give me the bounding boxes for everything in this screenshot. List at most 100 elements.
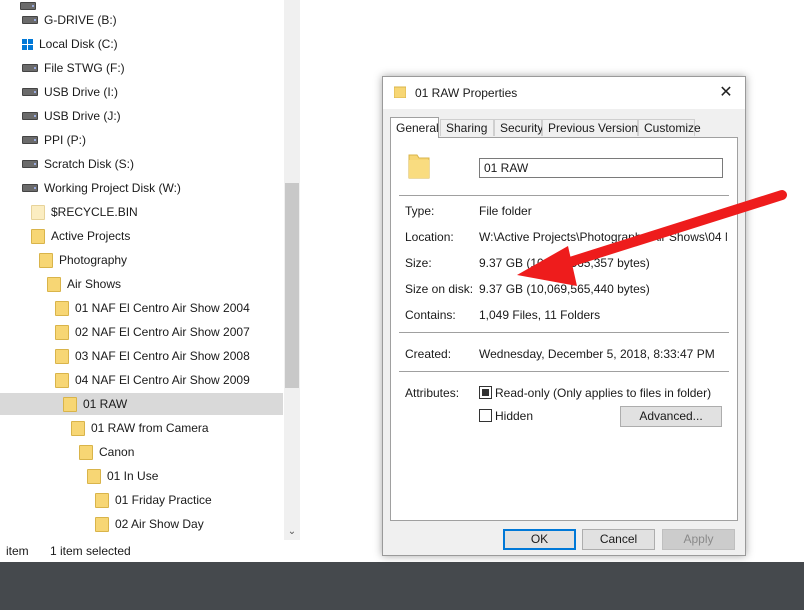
dialog-title: 01 RAW Properties <box>415 86 518 100</box>
hidden-checkbox[interactable] <box>479 409 492 422</box>
tree-item-naf-2008[interactable]: 03 NAF El Centro Air Show 2008 <box>55 345 250 367</box>
folder-icon <box>394 86 406 98</box>
location-value: W:\Active Projects\Photography\Air Shows… <box>479 230 727 244</box>
folder-icon <box>63 396 77 412</box>
tree-item-naf-2009[interactable]: 04 NAF El Centro Air Show 2009 <box>55 369 250 391</box>
tree-item-g-drive[interactable]: G-DRIVE (B:) <box>22 9 117 31</box>
tree-item-label: 04 NAF El Centro Air Show 2009 <box>75 373 250 387</box>
tree-item-ppi[interactable]: PPI (P:) <box>22 129 86 151</box>
tree-item-in-use[interactable]: 01 In Use <box>87 465 158 487</box>
scroll-down-icon[interactable]: ⌄ <box>284 524 300 540</box>
windows-drive-icon <box>22 38 33 50</box>
folder-icon <box>31 228 45 244</box>
tree-item-label: Scratch Disk (S:) <box>44 157 135 171</box>
tab-previous-versions[interactable]: Previous Versions <box>542 119 644 136</box>
tree-item-naf-2004[interactable]: 01 NAF El Centro Air Show 2004 <box>55 297 250 319</box>
size-on-disk-value: 9.37 GB (10,069,565,440 bytes) <box>479 282 650 296</box>
folder-icon <box>95 516 109 532</box>
tree-item-label: 01 In Use <box>107 469 159 483</box>
type-label: Type: <box>405 204 435 218</box>
tree-item-label: PPI (P:) <box>44 133 87 147</box>
cancel-button[interactable]: Cancel <box>582 529 655 550</box>
tree-item-scratch-disk[interactable]: Scratch Disk (S:) <box>22 153 134 175</box>
ok-button[interactable]: OK <box>503 529 576 550</box>
tree-item-working-project-disk[interactable]: Working Project Disk (W:) <box>22 177 181 199</box>
attributes-label: Attributes: <box>405 386 460 400</box>
folder-icon <box>47 276 61 292</box>
drive-icon <box>22 184 38 192</box>
tree-item-01-raw[interactable]: 01 RAW <box>0 393 283 415</box>
tree-item-label: 02 Air Show Day <box>115 517 204 531</box>
drive-icon <box>22 16 38 24</box>
size-label: Size: <box>405 256 432 270</box>
tree-item-label: 03 NAF El Centro Air Show 2008 <box>75 349 250 363</box>
tree-item-usb-drive-i[interactable]: USB Drive (I:) <box>22 81 118 103</box>
tree-item-friday-practice[interactable]: 01 Friday Practice <box>95 489 212 511</box>
hidden-label: Hidden <box>495 409 534 423</box>
folder-icon <box>39 252 53 268</box>
folder-icon <box>55 348 69 364</box>
status-selection: 1 item selected <box>50 544 131 558</box>
drive-icon <box>22 160 38 168</box>
apply-button[interactable]: Apply <box>662 529 735 550</box>
folder-icon <box>55 300 69 316</box>
tree-item-air-show-day[interactable]: 02 Air Show Day <box>95 513 204 535</box>
close-icon[interactable]: ✕ <box>713 80 739 106</box>
properties-dialog: 01 RAW Properties ✕ General Sharing Secu… <box>382 76 746 556</box>
created-value: Wednesday, December 5, 2018, 8:33:47 PM <box>479 347 715 361</box>
status-item-count: item <box>6 544 29 558</box>
status-bar: item 1 item selected <box>0 542 380 562</box>
drive-icon <box>22 112 38 120</box>
drive-icon <box>22 64 38 72</box>
divider <box>399 332 729 333</box>
tab-customize[interactable]: Customize <box>638 119 701 136</box>
tree-item-label: USB Drive (J:) <box>44 109 121 123</box>
drive-icon <box>22 136 38 144</box>
tree-item-file-stwg[interactable]: File STWG (F:) <box>22 57 125 79</box>
folder-icon <box>87 468 101 484</box>
tree-item-label: 01 Friday Practice <box>115 493 212 507</box>
contains-label: Contains: <box>405 308 456 322</box>
type-value: File folder <box>479 204 532 218</box>
divider <box>399 195 729 196</box>
tree-item-label: G-DRIVE (B:) <box>44 13 117 27</box>
location-label: Location: <box>405 230 454 244</box>
folder-icon <box>55 324 69 340</box>
tree-item-recycle-bin[interactable]: $RECYCLE.BIN <box>31 201 138 223</box>
tree-item-naf-2007[interactable]: 02 NAF El Centro Air Show 2007 <box>55 321 250 343</box>
advanced-button[interactable]: Advanced... <box>620 406 722 427</box>
size-value: 9.37 GB (10,069,565,357 bytes) <box>479 256 650 270</box>
tree-item-raw-from-camera[interactable]: 01 RAW from Camera <box>71 417 209 439</box>
created-label: Created: <box>405 347 452 361</box>
tree-item-label: Working Project Disk (W:) <box>44 181 181 195</box>
tree-item-label: Active Projects <box>51 229 131 243</box>
tree-item-active-projects[interactable]: Active Projects <box>31 225 130 247</box>
tab-general[interactable]: General <box>390 117 439 138</box>
folder-icon <box>408 154 430 179</box>
tree-item-label: USB Drive (I:) <box>44 85 119 99</box>
taskbar <box>0 562 804 610</box>
folder-icon <box>79 444 93 460</box>
tab-security[interactable]: Security <box>494 119 543 136</box>
tree-item-usb-drive-j[interactable]: USB Drive (J:) <box>22 105 121 127</box>
folder-icon <box>95 492 109 508</box>
general-tab-panel: 01 RAW Type: File folder Location: W:\Ac… <box>390 137 738 521</box>
readonly-label: Read-only (Only applies to files in fold… <box>495 386 712 400</box>
tree-item-label: $RECYCLE.BIN <box>51 205 138 219</box>
tree-item-label: 02 NAF El Centro Air Show 2007 <box>75 325 250 339</box>
folder-name-input[interactable]: 01 RAW <box>479 158 723 178</box>
tree-item-canon[interactable]: Canon <box>79 441 134 463</box>
tree-item-label: Canon <box>99 445 135 459</box>
folder-icon <box>71 420 85 436</box>
tree-scrollbar-thumb[interactable] <box>285 183 299 388</box>
tab-sharing[interactable]: Sharing <box>440 119 494 136</box>
tree-item-local-disk-c[interactable]: Local Disk (C:) <box>22 33 118 55</box>
tree-item-label: Local Disk (C:) <box>39 37 118 51</box>
tree-item-air-shows[interactable]: Air Shows <box>47 273 121 295</box>
dialog-titlebar[interactable]: 01 RAW Properties ✕ <box>383 77 745 109</box>
tree-item-photography[interactable]: Photography <box>39 249 127 271</box>
tree-item-label: Air Shows <box>67 277 122 291</box>
explorer-navigation-pane: G-DRIVE (B:) Local Disk (C:) File STWG (… <box>0 0 300 562</box>
drive-icon <box>22 88 38 96</box>
readonly-checkbox[interactable] <box>479 386 492 399</box>
